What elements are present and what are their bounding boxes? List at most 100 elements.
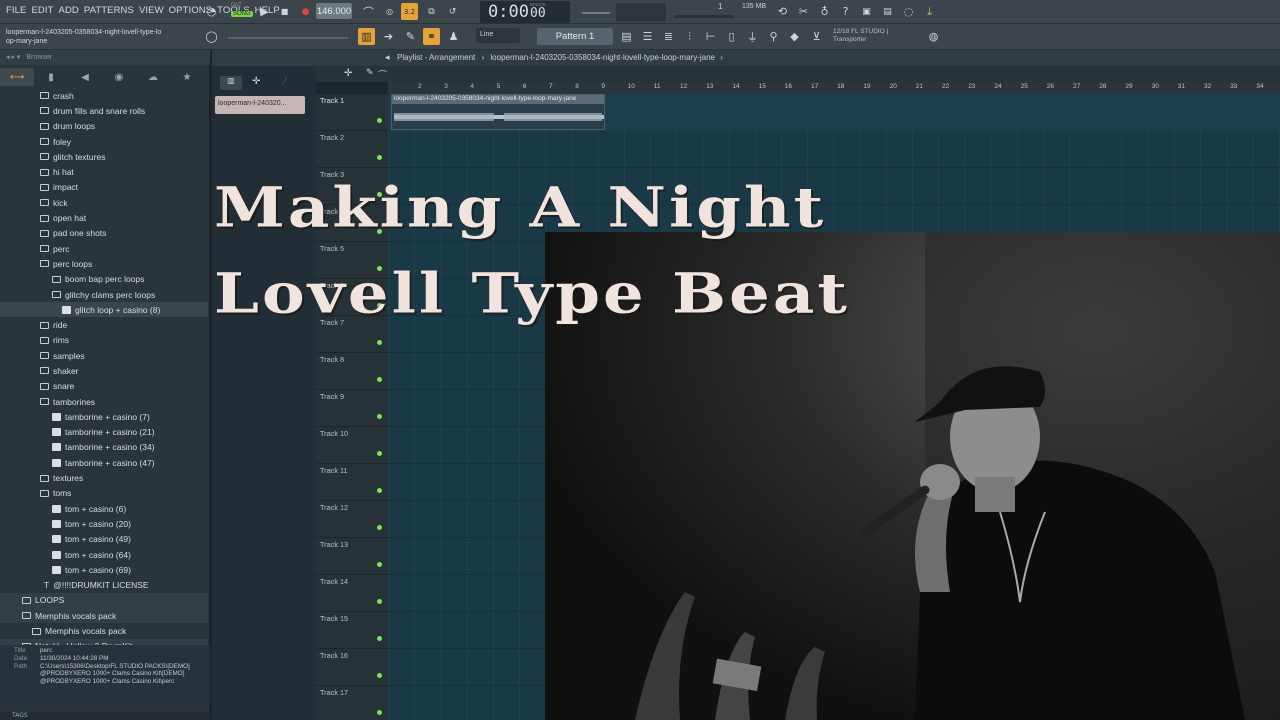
playlist-speaker-icon[interactable]: ◂ <box>385 52 390 63</box>
browser-file[interactable]: tamborine + casino (7) <box>0 409 208 424</box>
browser-folder[interactable]: drum loops <box>0 119 208 134</box>
browser-file[interactable]: tom + casino (69) <box>0 562 208 577</box>
browser-all-icon[interactable]: ⟷ <box>0 68 34 86</box>
track-mute-led[interactable] <box>377 155 382 160</box>
track-mute-led[interactable] <box>377 414 382 419</box>
track-mute-led[interactable] <box>377 636 382 641</box>
browser-folder[interactable]: perc loops <box>0 256 208 271</box>
audio-clip[interactable]: looperman-l-2403205-0358034-night-lovell… <box>391 94 605 130</box>
browser-folder[interactable]: tamborines <box>0 394 208 409</box>
track-mute-led[interactable] <box>377 525 382 530</box>
browser-file[interactable]: tamborine + casino (47) <box>0 455 208 470</box>
browser-file[interactable]: T @!!!!DRUMKIT LICENSE <box>0 578 208 593</box>
help-icon[interactable]: ? <box>837 3 854 20</box>
browser-cloud-icon[interactable]: ☁ <box>136 68 170 86</box>
browser-folder[interactable]: shaker <box>0 363 208 378</box>
browser-folder[interactable]: samples <box>0 348 208 363</box>
pl-pencil-icon[interactable]: ✎ <box>366 68 374 78</box>
browser-arrows-icon[interactable]: ◂ ▸ ▾ <box>6 54 20 61</box>
track-mute-led[interactable] <box>377 710 382 715</box>
pencil-icon[interactable]: ✎ <box>402 28 419 45</box>
arrow-right-icon[interactable]: ➔ <box>380 28 397 45</box>
pitch-slider[interactable] <box>228 37 348 39</box>
track-mute-led[interactable] <box>377 673 382 678</box>
pat-song-switch[interactable]: PAT SONG <box>231 3 253 21</box>
browser-folder[interactable]: foley <box>0 134 208 149</box>
track-header[interactable]: Track 2 <box>316 131 388 168</box>
track-mute-led[interactable] <box>377 451 382 456</box>
countdown-badge[interactable]: 3.2 <box>401 3 418 20</box>
track-header[interactable]: Track 12 <box>316 501 388 538</box>
pl-brush-icon[interactable]: ⌒ <box>378 68 387 81</box>
browser-folder[interactable]: impact <box>0 180 208 195</box>
menu-edit[interactable]: EDIT <box>31 5 53 16</box>
browser-folder[interactable]: Memphis vocals pack <box>0 608 208 624</box>
playlist-ruler[interactable]: 2 3 4 5 6 7 8 9 10 11 12 13 14 15 16 17 18 19 20 21 22 23 24 25… <box>388 82 1280 94</box>
loop-record-icon[interactable]: ↺ <box>444 3 461 20</box>
piano-icon[interactable]: ≣ <box>660 28 677 45</box>
browser-folder[interactable]: ride <box>0 317 208 332</box>
touch-keyboard-icon[interactable]: ⚲ <box>765 28 782 45</box>
track-header[interactable]: Track 15 <box>316 612 388 649</box>
time-display[interactable]: 0:00 M:S:CS 00 <box>480 1 570 23</box>
menu-view[interactable]: VIEW <box>139 5 164 16</box>
picker-slash-icon[interactable]: ⁄ <box>284 76 286 87</box>
undo-icon[interactable]: ⟲ <box>774 3 791 20</box>
wait-record-icon[interactable]: ◎ <box>381 3 398 20</box>
browser-folder[interactable]: perc <box>0 241 208 256</box>
piano-roll-icon[interactable]: ▥ <box>358 28 375 45</box>
track-header[interactable]: Track 17 <box>316 686 388 720</box>
track-header[interactable]: Track 16 <box>316 649 388 686</box>
pl-arrows-icon[interactable]: ✛ <box>344 68 352 79</box>
chat-icon[interactable]: ◌ <box>900 3 917 20</box>
metronome-icon[interactable]: ⌒ <box>360 3 377 20</box>
browser-folder[interactable]: crash <box>0 88 208 103</box>
browser-folder[interactable]: rims <box>0 333 208 348</box>
play-icon[interactable]: ▶ <box>256 3 273 20</box>
browser-folder[interactable]: open hat <box>0 210 208 225</box>
menu-add[interactable]: ADD <box>59 5 79 16</box>
track-mute-led[interactable] <box>377 488 382 493</box>
browser-tree-icon[interactable]: ⊢ <box>702 28 719 45</box>
snap-selector[interactable]: Line <box>476 28 520 43</box>
browser-folder[interactable]: LOOPS <box>0 592 208 609</box>
clip-picker-item[interactable]: looperman-l-240320... <box>215 96 305 114</box>
browser-plugins-icon[interactable]: ◀ <box>68 68 102 86</box>
project-icon[interactable]: ▯ <box>723 28 740 45</box>
browser-folder[interactable]: textures <box>0 470 208 485</box>
stamp-icon[interactable]: ♟ <box>445 28 462 45</box>
pattern-selector[interactable]: Pattern 1 <box>537 28 613 45</box>
browser-files-icon[interactable]: ▮ <box>34 68 68 86</box>
step-edit-icon[interactable]: ⧉ <box>423 3 440 20</box>
playlist-icon[interactable]: ▤ <box>618 28 635 45</box>
stop-icon[interactable]: ■ <box>276 3 293 20</box>
track-mute-led[interactable] <box>377 562 382 567</box>
track-header[interactable]: Track 1 <box>316 94 388 131</box>
browser-file[interactable]: tamborine + casino (21) <box>0 425 208 440</box>
browser-folder[interactable]: boom bap perc loops <box>0 272 208 287</box>
browser-file[interactable]: tom + casino (20) <box>0 516 208 531</box>
track-header[interactable]: Track 11 <box>316 464 388 501</box>
picker-arrows-icon[interactable]: ✛ <box>252 76 260 87</box>
browser-folder[interactable]: glitch textures <box>0 149 208 164</box>
save-icon[interactable]: ▣ <box>858 3 875 20</box>
globe-icon[interactable]: ◍ <box>925 28 942 45</box>
track-mute-led[interactable] <box>377 599 382 604</box>
menu-patterns[interactable]: PATTERNS <box>84 5 134 16</box>
browser-folder[interactable]: hi hat <box>0 164 208 179</box>
cut-icon[interactable]: ✂ <box>795 3 812 20</box>
browser-file[interactable]: tom + casino (64) <box>0 547 208 562</box>
browser-starred-icon[interactable]: ★ <box>170 68 204 86</box>
master-volume-slider[interactable] <box>582 12 610 14</box>
channel-rack-icon[interactable]: ☰ <box>639 28 656 45</box>
picker-piano-icon[interactable]: ▥ <box>220 76 242 90</box>
track-header[interactable]: Track 9 <box>316 390 388 427</box>
track-mute-led[interactable] <box>377 377 382 382</box>
shop-cart-icon[interactable]: ⊻ <box>808 28 825 45</box>
browser-folder[interactable]: drum fills and snare rolls <box>0 103 208 118</box>
track-header[interactable]: Track 8 <box>316 353 388 390</box>
microphone-icon[interactable]: ♁ <box>816 3 833 20</box>
browser-folder[interactable]: toms <box>0 486 208 501</box>
browser-folder[interactable]: kick <box>0 195 208 210</box>
browser-file[interactable]: tom + casino (6) <box>0 501 208 516</box>
